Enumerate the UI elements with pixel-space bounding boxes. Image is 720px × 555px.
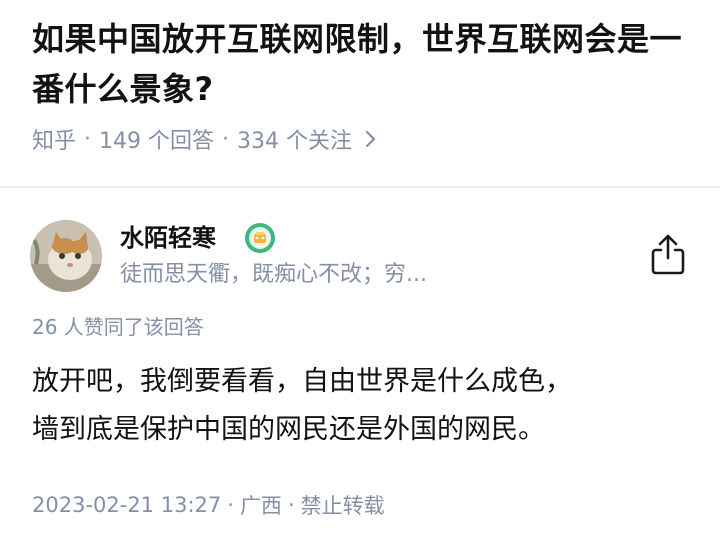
answer-count: 149 个回答 bbox=[99, 129, 215, 154]
follower-count: 334 个关注 bbox=[237, 129, 353, 154]
answer-paragraph: 放开吧，我倒要看看，自由世界是什么成色， bbox=[32, 366, 572, 397]
separator-dot: · bbox=[222, 126, 230, 152]
author-bio: 徒而思天衢，既痴心不改；穷... bbox=[120, 262, 427, 287]
achievement-badge-icon[interactable] bbox=[244, 222, 276, 254]
separator-dot: · bbox=[84, 126, 92, 152]
location-label: 广西 bbox=[239, 494, 282, 518]
share-icon[interactable] bbox=[648, 232, 688, 276]
answer-footer: 2023-02-21 13:27 · 广西 · 禁止转载 bbox=[32, 488, 385, 522]
answer-content: 放开吧，我倒要看看，自由世界是什么成色， 墙到底是保护中国的网民还是外国的网民。 bbox=[32, 358, 692, 454]
copyright-label: 禁止转载 bbox=[300, 494, 385, 518]
author-name[interactable]: 水陌轻寒 bbox=[120, 220, 216, 256]
section-divider bbox=[0, 186, 720, 188]
question-meta[interactable]: 知乎 · 149 个回答 · 334 个关注 bbox=[32, 122, 378, 156]
answer-page: 如果中国放开互联网限制，世界互联网会是一番什么景象? 知乎 · 149 个回答 … bbox=[0, 0, 720, 555]
answer-paragraph: 墙到底是保护中国的网民还是外国的网民。 bbox=[32, 414, 545, 445]
cat-avatar-icon bbox=[30, 220, 102, 292]
vote-count: 26 人赞同了该回答 bbox=[32, 315, 204, 339]
source-label: 知乎 bbox=[32, 129, 77, 154]
separator-dot: · bbox=[287, 493, 295, 517]
question-title[interactable]: 如果中国放开互联网限制，世界互联网会是一番什么景象? bbox=[32, 14, 702, 114]
separator-dot: · bbox=[227, 493, 234, 517]
timestamp: 2023-02-21 13:27 bbox=[32, 493, 222, 517]
chevron-right-icon[interactable] bbox=[364, 128, 378, 150]
author-avatar[interactable] bbox=[30, 220, 102, 292]
